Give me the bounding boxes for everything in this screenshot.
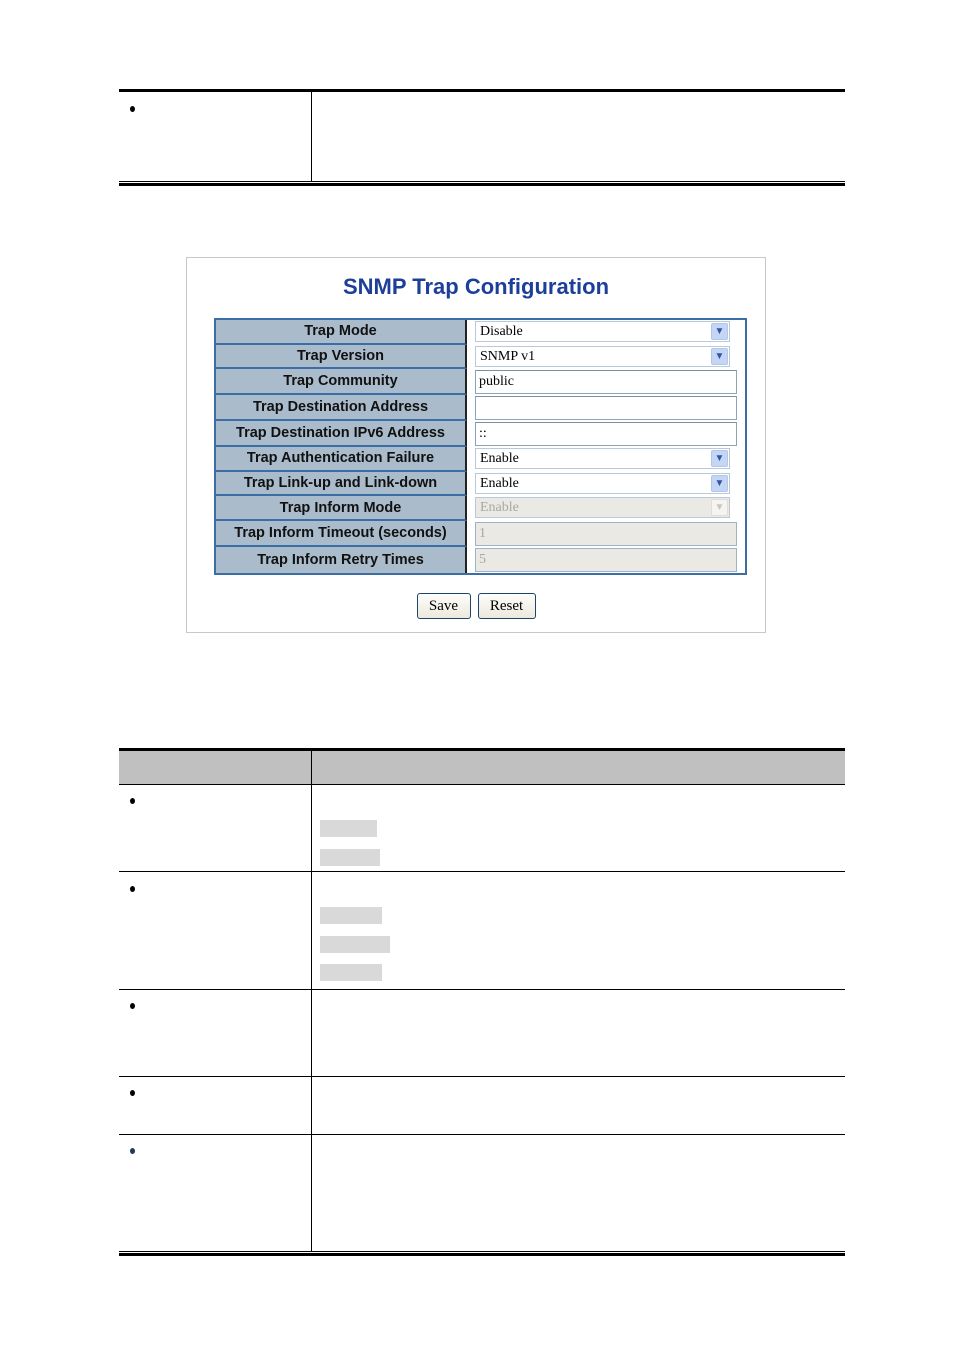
table-bottom-rule	[119, 1253, 845, 1256]
option-highlight	[320, 849, 380, 866]
description-cell	[312, 785, 845, 871]
table-row	[119, 1135, 845, 1251]
bullet-icon	[130, 798, 135, 804]
bullet-icon	[130, 1003, 135, 1009]
row-trap-destination-ipv6: Trap Destination IPv6 Address ::	[216, 421, 745, 448]
header-object	[119, 751, 312, 784]
table-header	[119, 751, 845, 785]
label-trap-version: Trap Version	[216, 344, 467, 370]
trap-version-value: SNMP v1	[480, 348, 536, 364]
chevron-down-icon[interactable]: ▼	[711, 474, 728, 492]
trap-community-input[interactable]: public	[475, 370, 737, 395]
chevron-down-icon[interactable]: ▼	[711, 450, 728, 468]
bullet-icon	[130, 886, 135, 892]
table-row	[119, 92, 845, 181]
trap-destination-ipv6-input[interactable]: ::	[475, 422, 737, 447]
config-table: Trap Mode Disable ▼ Trap Version SNMP v1…	[214, 318, 747, 575]
chevron-down-icon[interactable]: ▼	[711, 347, 728, 365]
row-trap-destination-address: Trap Destination Address	[216, 395, 745, 422]
description-cell	[312, 1077, 845, 1134]
row-trap-auth-failure: Trap Authentication Failure Enable ▼	[216, 447, 745, 472]
object-cell	[119, 1135, 312, 1251]
trap-inform-mode-select: Enable ▼	[475, 497, 730, 519]
bullet-icon	[130, 106, 135, 112]
button-bar: Save Reset	[187, 593, 765, 619]
trap-link-updown-select[interactable]: Enable ▼	[475, 472, 730, 494]
description-cell	[312, 1135, 845, 1251]
bottom-doc-table	[119, 748, 845, 1256]
option-highlight	[320, 907, 382, 924]
object-cell	[119, 92, 312, 181]
row-trap-link-updown: Trap Link-up and Link-down Enable ▼	[216, 471, 745, 497]
label-trap-destination-ipv6: Trap Destination IPv6 Address	[216, 421, 467, 448]
option-highlight	[320, 820, 377, 837]
trap-inform-timeout-input: 1	[475, 521, 737, 546]
row-trap-inform-retry: Trap Inform Retry Times 5	[216, 546, 745, 573]
row-trap-mode: Trap Mode Disable ▼	[216, 320, 745, 345]
snmp-trap-config-panel: SNMP Trap Configuration Trap Mode Disabl…	[186, 257, 766, 633]
chevron-down-icon[interactable]: ▼	[711, 323, 728, 340]
label-trap-inform-mode: Trap Inform Mode	[216, 496, 467, 521]
label-trap-link-updown: Trap Link-up and Link-down	[216, 471, 467, 497]
description-cell	[312, 92, 845, 181]
table-row	[119, 785, 845, 872]
object-cell	[119, 872, 312, 989]
label-trap-destination-address: Trap Destination Address	[216, 395, 467, 422]
table-row	[119, 990, 845, 1077]
trap-version-select[interactable]: SNMP v1 ▼	[475, 345, 730, 367]
label-trap-community: Trap Community	[216, 369, 467, 396]
trap-inform-mode-value: Enable	[480, 500, 519, 516]
object-cell	[119, 785, 312, 871]
row-trap-inform-mode: Trap Inform Mode Enable ▼	[216, 496, 745, 521]
reset-button[interactable]: Reset	[477, 593, 536, 619]
description-cell	[312, 990, 845, 1076]
table-row	[119, 1077, 845, 1135]
label-trap-inform-retry: Trap Inform Retry Times	[216, 546, 467, 573]
top-doc-table	[119, 89, 845, 186]
row-trap-community: Trap Community public	[216, 369, 745, 396]
description-cell	[312, 872, 845, 989]
trap-auth-failure-select[interactable]: Enable ▼	[475, 448, 730, 470]
save-button[interactable]: Save	[416, 593, 471, 619]
object-cell	[119, 1077, 312, 1134]
trap-auth-failure-value: Enable	[480, 451, 519, 467]
trap-destination-address-input[interactable]	[475, 396, 737, 421]
trap-mode-value: Disable	[480, 324, 523, 339]
row-trap-inform-timeout: Trap Inform Timeout (seconds) 1	[216, 520, 745, 547]
row-trap-version: Trap Version SNMP v1 ▼	[216, 344, 745, 370]
trap-inform-retry-input: 5	[475, 547, 737, 572]
option-highlight	[320, 964, 382, 981]
option-highlight	[320, 936, 390, 953]
bullet-icon	[130, 1090, 135, 1096]
table-bottom-rule	[119, 183, 845, 186]
object-cell	[119, 990, 312, 1076]
chevron-down-icon: ▼	[711, 499, 728, 517]
label-trap-inform-timeout: Trap Inform Timeout (seconds)	[216, 520, 467, 547]
page-title: SNMP Trap Configuration	[342, 274, 610, 299]
label-trap-auth-failure: Trap Authentication Failure	[216, 447, 467, 472]
table-row	[119, 872, 845, 990]
bullet-icon	[130, 1148, 135, 1154]
trap-link-updown-value: Enable	[480, 475, 519, 491]
label-trap-mode: Trap Mode	[216, 320, 467, 345]
trap-mode-select[interactable]: Disable ▼	[475, 321, 730, 342]
